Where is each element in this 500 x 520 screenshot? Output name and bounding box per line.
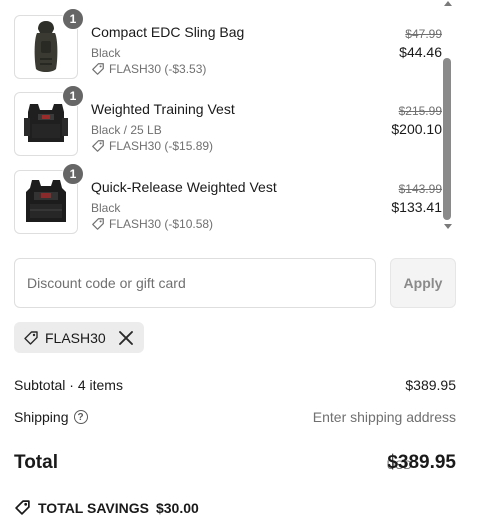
subtotal-label: Subtotal · 4 items bbox=[14, 377, 123, 393]
line-items-list: 1 Compact EDC Sling Bag Black FLASH30 (-… bbox=[0, 0, 460, 236]
item-title: Weighted Training Vest bbox=[91, 101, 235, 117]
item-title: Quick-Release Weighted Vest bbox=[91, 179, 277, 195]
line-items-scrollbar[interactable] bbox=[442, 0, 454, 236]
tag-icon bbox=[24, 330, 38, 345]
item-discount-label: FLASH30 (-$15.89) bbox=[109, 139, 214, 153]
item-discount: FLASH30 (-$10.58) bbox=[91, 217, 213, 231]
total-label: Total bbox=[14, 452, 58, 473]
line-item: 1 Compact EDC Sling Bag Black FLASH30 (-… bbox=[14, 8, 442, 79]
final-price: $44.46 bbox=[399, 44, 442, 60]
quantity-badge: 1 bbox=[62, 8, 84, 30]
savings-label: TOTAL SAVINGS bbox=[38, 499, 149, 516]
close-icon[interactable] bbox=[118, 330, 134, 346]
line-item: 1 Quick-Release Weighted Vest Black FLAS… bbox=[14, 163, 442, 234]
item-discount: FLASH30 (-$15.89) bbox=[91, 139, 213, 153]
scroll-thumb[interactable] bbox=[443, 58, 451, 220]
original-price: $215.99 bbox=[398, 104, 442, 118]
final-price: $133.41 bbox=[391, 199, 442, 215]
original-price: $143.99 bbox=[398, 182, 442, 196]
applied-discount-chip: FLASH30 bbox=[14, 322, 144, 353]
item-variant: Black bbox=[91, 201, 121, 215]
subtotal-value: $389.95 bbox=[405, 377, 456, 393]
line-item: 1 Weighted Training Vest Black / 25 LB F… bbox=[14, 85, 442, 156]
savings-value: $30.00 bbox=[155, 499, 199, 516]
item-variant: Black / 25 LB bbox=[91, 123, 162, 137]
tag-icon bbox=[92, 63, 104, 75]
help-icon[interactable]: ? bbox=[73, 410, 88, 424]
scroll-up-arrow-icon[interactable] bbox=[444, 1, 452, 6]
total-savings: TOTAL SAVINGS $30.00 bbox=[14, 499, 199, 516]
final-price: $200.10 bbox=[391, 121, 442, 137]
item-variant: Black bbox=[91, 46, 121, 60]
item-discount-label: FLASH30 (-$3.53) bbox=[109, 62, 207, 76]
tag-icon bbox=[92, 140, 104, 152]
shipping-label-group: Shipping ? bbox=[14, 409, 88, 425]
subtotal-row: Subtotal · 4 items $389.95 bbox=[14, 377, 456, 397]
total-amount: $389.95 bbox=[387, 452, 456, 473]
applied-discount-code: FLASH30 bbox=[45, 329, 106, 346]
quantity-badge: 1 bbox=[62, 163, 84, 185]
shipping-label: Shipping bbox=[14, 409, 69, 425]
apply-discount-button[interactable]: Apply bbox=[390, 258, 456, 308]
quantity-badge: 1 bbox=[62, 85, 84, 107]
scroll-down-arrow-icon[interactable] bbox=[444, 224, 452, 229]
savings-tag-icon bbox=[15, 500, 30, 515]
item-discount: FLASH30 (-$3.53) bbox=[91, 62, 206, 76]
discount-code-input[interactable] bbox=[14, 258, 376, 308]
tag-icon bbox=[92, 218, 104, 230]
item-title: Compact EDC Sling Bag bbox=[91, 24, 245, 40]
shipping-value: Enter shipping address bbox=[312, 409, 456, 425]
item-discount-label: FLASH30 (-$10.58) bbox=[109, 217, 214, 231]
shipping-row: Shipping ? Enter shipping address bbox=[14, 409, 456, 429]
original-price: $47.99 bbox=[405, 27, 442, 41]
